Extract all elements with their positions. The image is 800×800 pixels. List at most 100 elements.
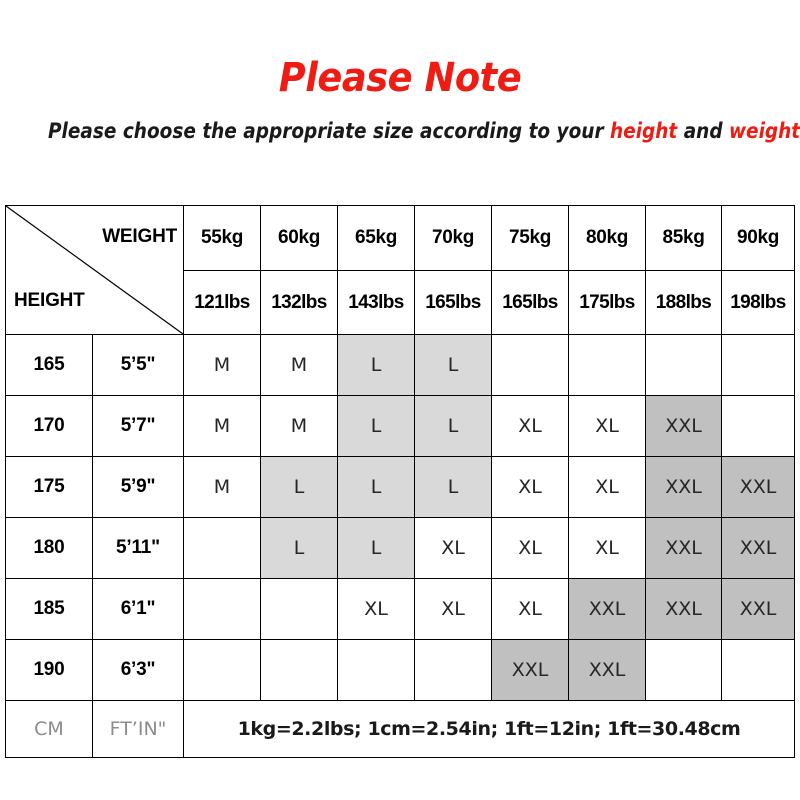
weight-kg-header: 85kg: [645, 205, 722, 271]
size-cell: XL: [568, 517, 646, 579]
subtitle-highlight-weight: weight: [728, 119, 800, 143]
weight-kg-header: 60kg: [260, 205, 338, 271]
size-cell: XXL: [568, 578, 646, 640]
size-cell: XXL: [721, 578, 795, 640]
height-cm-cell: 185: [5, 578, 93, 640]
height-cm-cell: 170: [5, 395, 93, 457]
size-cell: XXL: [645, 395, 722, 457]
size-cell: [183, 639, 261, 701]
height-cm-cell: 190: [5, 639, 93, 701]
size-cell: M: [260, 334, 338, 396]
size-cell: L: [414, 456, 492, 518]
size-cell: [491, 334, 569, 396]
weight-kg-header: 90kg: [721, 205, 795, 271]
weight-lbs-header: 121lbs: [183, 270, 261, 335]
size-cell: M: [183, 334, 261, 396]
table-row: 175 5’9" M L L L XL XL XXL XXL: [5, 456, 795, 518]
size-cell: L: [337, 517, 415, 579]
height-ft-cell: 5’7": [92, 395, 184, 457]
weight-lbs-header: 175lbs: [568, 270, 646, 335]
size-cell: M: [183, 456, 261, 518]
size-cell: XL: [568, 395, 646, 457]
size-cell: M: [260, 395, 338, 457]
size-cell: M: [183, 395, 261, 457]
size-cell: [721, 334, 795, 396]
weight-kg-header: 55kg: [183, 205, 261, 271]
size-cell: [721, 639, 795, 701]
table-row: 170 5’7" M M L L XL XL XXL: [5, 395, 795, 457]
height-cm-cell: 180: [5, 517, 93, 579]
size-cell: [183, 578, 261, 640]
table-row: 180 5’11" L L XL XL XL XXL XXL: [5, 517, 795, 579]
size-cell: [414, 639, 492, 701]
weight-kg-header: 80kg: [568, 205, 646, 271]
size-cell: XL: [337, 578, 415, 640]
size-cell: XXL: [491, 639, 569, 701]
conversion-note: 1kg=2.2lbs; 1cm=2.54in; 1ft=12in; 1ft=30…: [183, 700, 795, 758]
table-row: 165 5’5" M M L L: [5, 334, 795, 396]
size-cell: L: [414, 395, 492, 457]
size-cell: [645, 639, 722, 701]
weight-lbs-header: 165lbs: [414, 270, 492, 335]
size-cell: XL: [491, 517, 569, 579]
height-ft-cell: 5’9": [92, 456, 184, 518]
weight-lbs-header: 165lbs: [491, 270, 569, 335]
size-cell: XL: [414, 517, 492, 579]
weight-lbs-header: 132lbs: [260, 270, 338, 335]
size-cell: L: [414, 334, 492, 396]
size-cell: XL: [491, 395, 569, 457]
header-row-kg: WEIGHT HEIGHT 55kg 60kg 65kg 70kg 75kg 8…: [5, 205, 795, 335]
weight-lbs-header: 188lbs: [645, 270, 722, 335]
size-cell: XL: [491, 578, 569, 640]
weight-lbs-header: 198lbs: [721, 270, 795, 335]
height-cm-cell: 165: [5, 334, 93, 396]
size-cell: L: [337, 334, 415, 396]
footer-cm-label: CM: [5, 700, 93, 758]
footer-ftin-label: FT’IN": [92, 700, 184, 758]
table-row: 190 6’3" XXL XXL: [5, 639, 795, 701]
size-cell: XXL: [568, 639, 646, 701]
height-ft-cell: 6’1": [92, 578, 184, 640]
weight-kg-header: 70kg: [414, 205, 492, 271]
size-chart-table: WEIGHT HEIGHT 55kg 60kg 65kg 70kg 75kg 8…: [5, 205, 795, 758]
subtitle-highlight-height: height: [610, 119, 678, 143]
weight-axis-label: WEIGHT: [102, 226, 177, 247]
size-cell: XXL: [721, 456, 795, 518]
size-cell: [260, 578, 338, 640]
size-cell: L: [260, 517, 338, 579]
size-cell: [721, 395, 795, 457]
corner-header-cell: WEIGHT HEIGHT: [5, 205, 184, 335]
size-cell: [337, 639, 415, 701]
size-chart-page: Please Note Please choose the appropriat…: [0, 0, 800, 800]
weight-kg-header: 75kg: [491, 205, 569, 271]
size-cell: XL: [568, 456, 646, 518]
size-cell: XXL: [721, 517, 795, 579]
size-cell: L: [337, 395, 415, 457]
table-body: WEIGHT HEIGHT 55kg 60kg 65kg 70kg 75kg 8…: [5, 205, 795, 758]
size-cell: XXL: [645, 578, 722, 640]
page-title: Please Note: [278, 55, 522, 101]
size-cell: L: [337, 456, 415, 518]
height-ft-cell: 6’3": [92, 639, 184, 701]
size-cell: [568, 334, 646, 396]
footer-row: CM FT’IN" 1kg=2.2lbs; 1cm=2.54in; 1ft=12…: [5, 700, 795, 758]
subtitle-text-mid: and: [677, 119, 729, 143]
table-row: 185 6’1" XL XL XL XXL XXL XXL: [5, 578, 795, 640]
height-axis-label: HEIGHT: [14, 290, 85, 311]
height-cm-cell: 175: [5, 456, 93, 518]
weight-kg-header: 65kg: [337, 205, 415, 271]
weight-lbs-header: 143lbs: [337, 270, 415, 335]
size-cell: XL: [414, 578, 492, 640]
size-cell: [260, 639, 338, 701]
heading-block: Please Note Please choose the appropriat…: [0, 0, 800, 143]
height-ft-cell: 5’11": [92, 517, 184, 579]
page-subtitle: Please choose the appropriate size accor…: [48, 101, 800, 143]
size-cell: [645, 334, 722, 396]
height-ft-cell: 5’5": [92, 334, 184, 396]
size-cell: XXL: [645, 456, 722, 518]
size-cell: XL: [491, 456, 569, 518]
subtitle-text-pre: Please choose the appropriate size accor…: [48, 119, 611, 143]
size-cell: [183, 517, 261, 579]
size-cell: XXL: [645, 517, 722, 579]
size-cell: L: [260, 456, 338, 518]
